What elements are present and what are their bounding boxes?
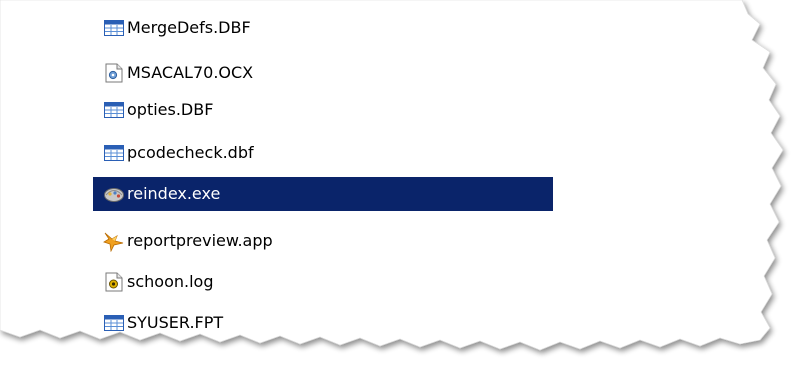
file-list: MergeDefs.DBF MSACAL70.OCX opties.DBF pc…: [0, 0, 792, 365]
file-row-reportpreview-app[interactable]: reportpreview.app: [93, 224, 553, 258]
file-name: schoon.log: [127, 272, 214, 291]
file-name: MergeDefs.DBF: [127, 18, 251, 37]
file-name: pcodecheck.dbf: [127, 143, 254, 162]
file-name: MSACAL70.OCX: [127, 63, 254, 82]
file-row-syuser-fpt[interactable]: SYUSER.FPT: [93, 306, 553, 340]
file-row-msacal70-ocx[interactable]: MSACAL70.OCX: [93, 56, 553, 90]
file-row-schoon-log[interactable]: schoon.log: [93, 265, 553, 299]
executable-icon: [103, 183, 125, 205]
file-name: reindex.exe: [127, 184, 221, 203]
file-name: reportpreview.app: [127, 231, 273, 250]
file-row-reindex-exe[interactable]: reindex.exe: [93, 177, 553, 211]
file-row-pcodecheck-dbf[interactable]: pcodecheck.dbf: [93, 136, 553, 170]
file-row-opties-dbf[interactable]: opties.DBF: [93, 93, 553, 127]
log-file-icon: [103, 271, 125, 293]
file-name: opties.DBF: [127, 100, 214, 119]
table-file-icon: [103, 312, 125, 334]
activex-control-icon: [103, 62, 125, 84]
table-file-icon: [103, 17, 125, 39]
file-name: SYUSER.FPT: [127, 313, 224, 332]
foxpro-app-icon: [103, 230, 125, 252]
table-file-icon: [103, 99, 125, 121]
file-row-mergedefs-dbf[interactable]: MergeDefs.DBF: [93, 11, 553, 45]
table-file-icon: [103, 142, 125, 164]
